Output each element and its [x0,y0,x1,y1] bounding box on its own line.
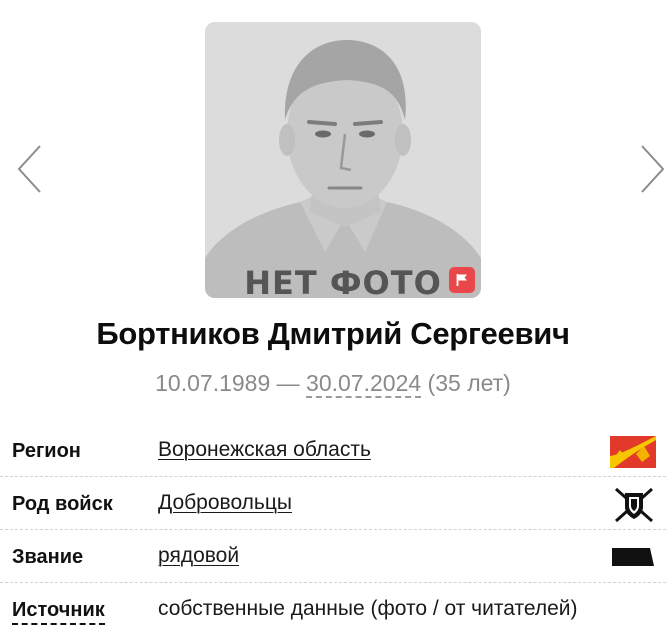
branch-link[interactable]: Добровольцы [158,491,292,515]
person-name: Бортников Дмитрий Сергеевич [96,316,570,351]
details-table: Регион Воронежская область Род войск Доб… [0,424,666,635]
details-row-region: Регион Воронежская область [0,424,666,477]
chevron-right-icon [641,145,665,193]
silhouette-portrait [205,22,481,298]
rank-insignia-icon [612,548,654,566]
region-link[interactable]: Воронежская область [158,438,371,462]
details-row-source: Источник собственные данные (фото / от ч… [0,583,666,635]
source-label[interactable]: Источник [12,599,105,625]
previous-button[interactable] [12,142,46,196]
portrait-placeholder: НЕТ ФОТО [205,22,481,298]
region-flag-icon [610,436,656,468]
no-photo-caption: НЕТ ФОТО [244,264,442,298]
flag-icon [456,274,467,286]
chevron-left-icon [17,145,41,193]
rank-label: Звание [12,546,84,568]
next-button[interactable] [636,142,666,196]
source-value: собственные данные (фото / от читателей) [158,597,578,620]
volunteer-emblem-icon [615,487,653,523]
details-row-rank: Звание рядовой [0,530,666,583]
birth-date: 10.07.1989 [155,370,271,396]
branch-label: Род войск [12,493,113,515]
date-separator: — [270,370,307,396]
details-row-branch: Род войск Добровольцы [0,477,666,530]
rank-link[interactable]: рядовой [158,544,239,568]
report-button[interactable] [449,267,475,293]
age: (35 лет) [421,370,511,396]
life-dates: 10.07.1989 — 30.07.2024 (35 лет) [0,370,666,398]
death-date[interactable]: 30.07.2024 [306,370,422,398]
region-label: Регион [12,440,81,462]
